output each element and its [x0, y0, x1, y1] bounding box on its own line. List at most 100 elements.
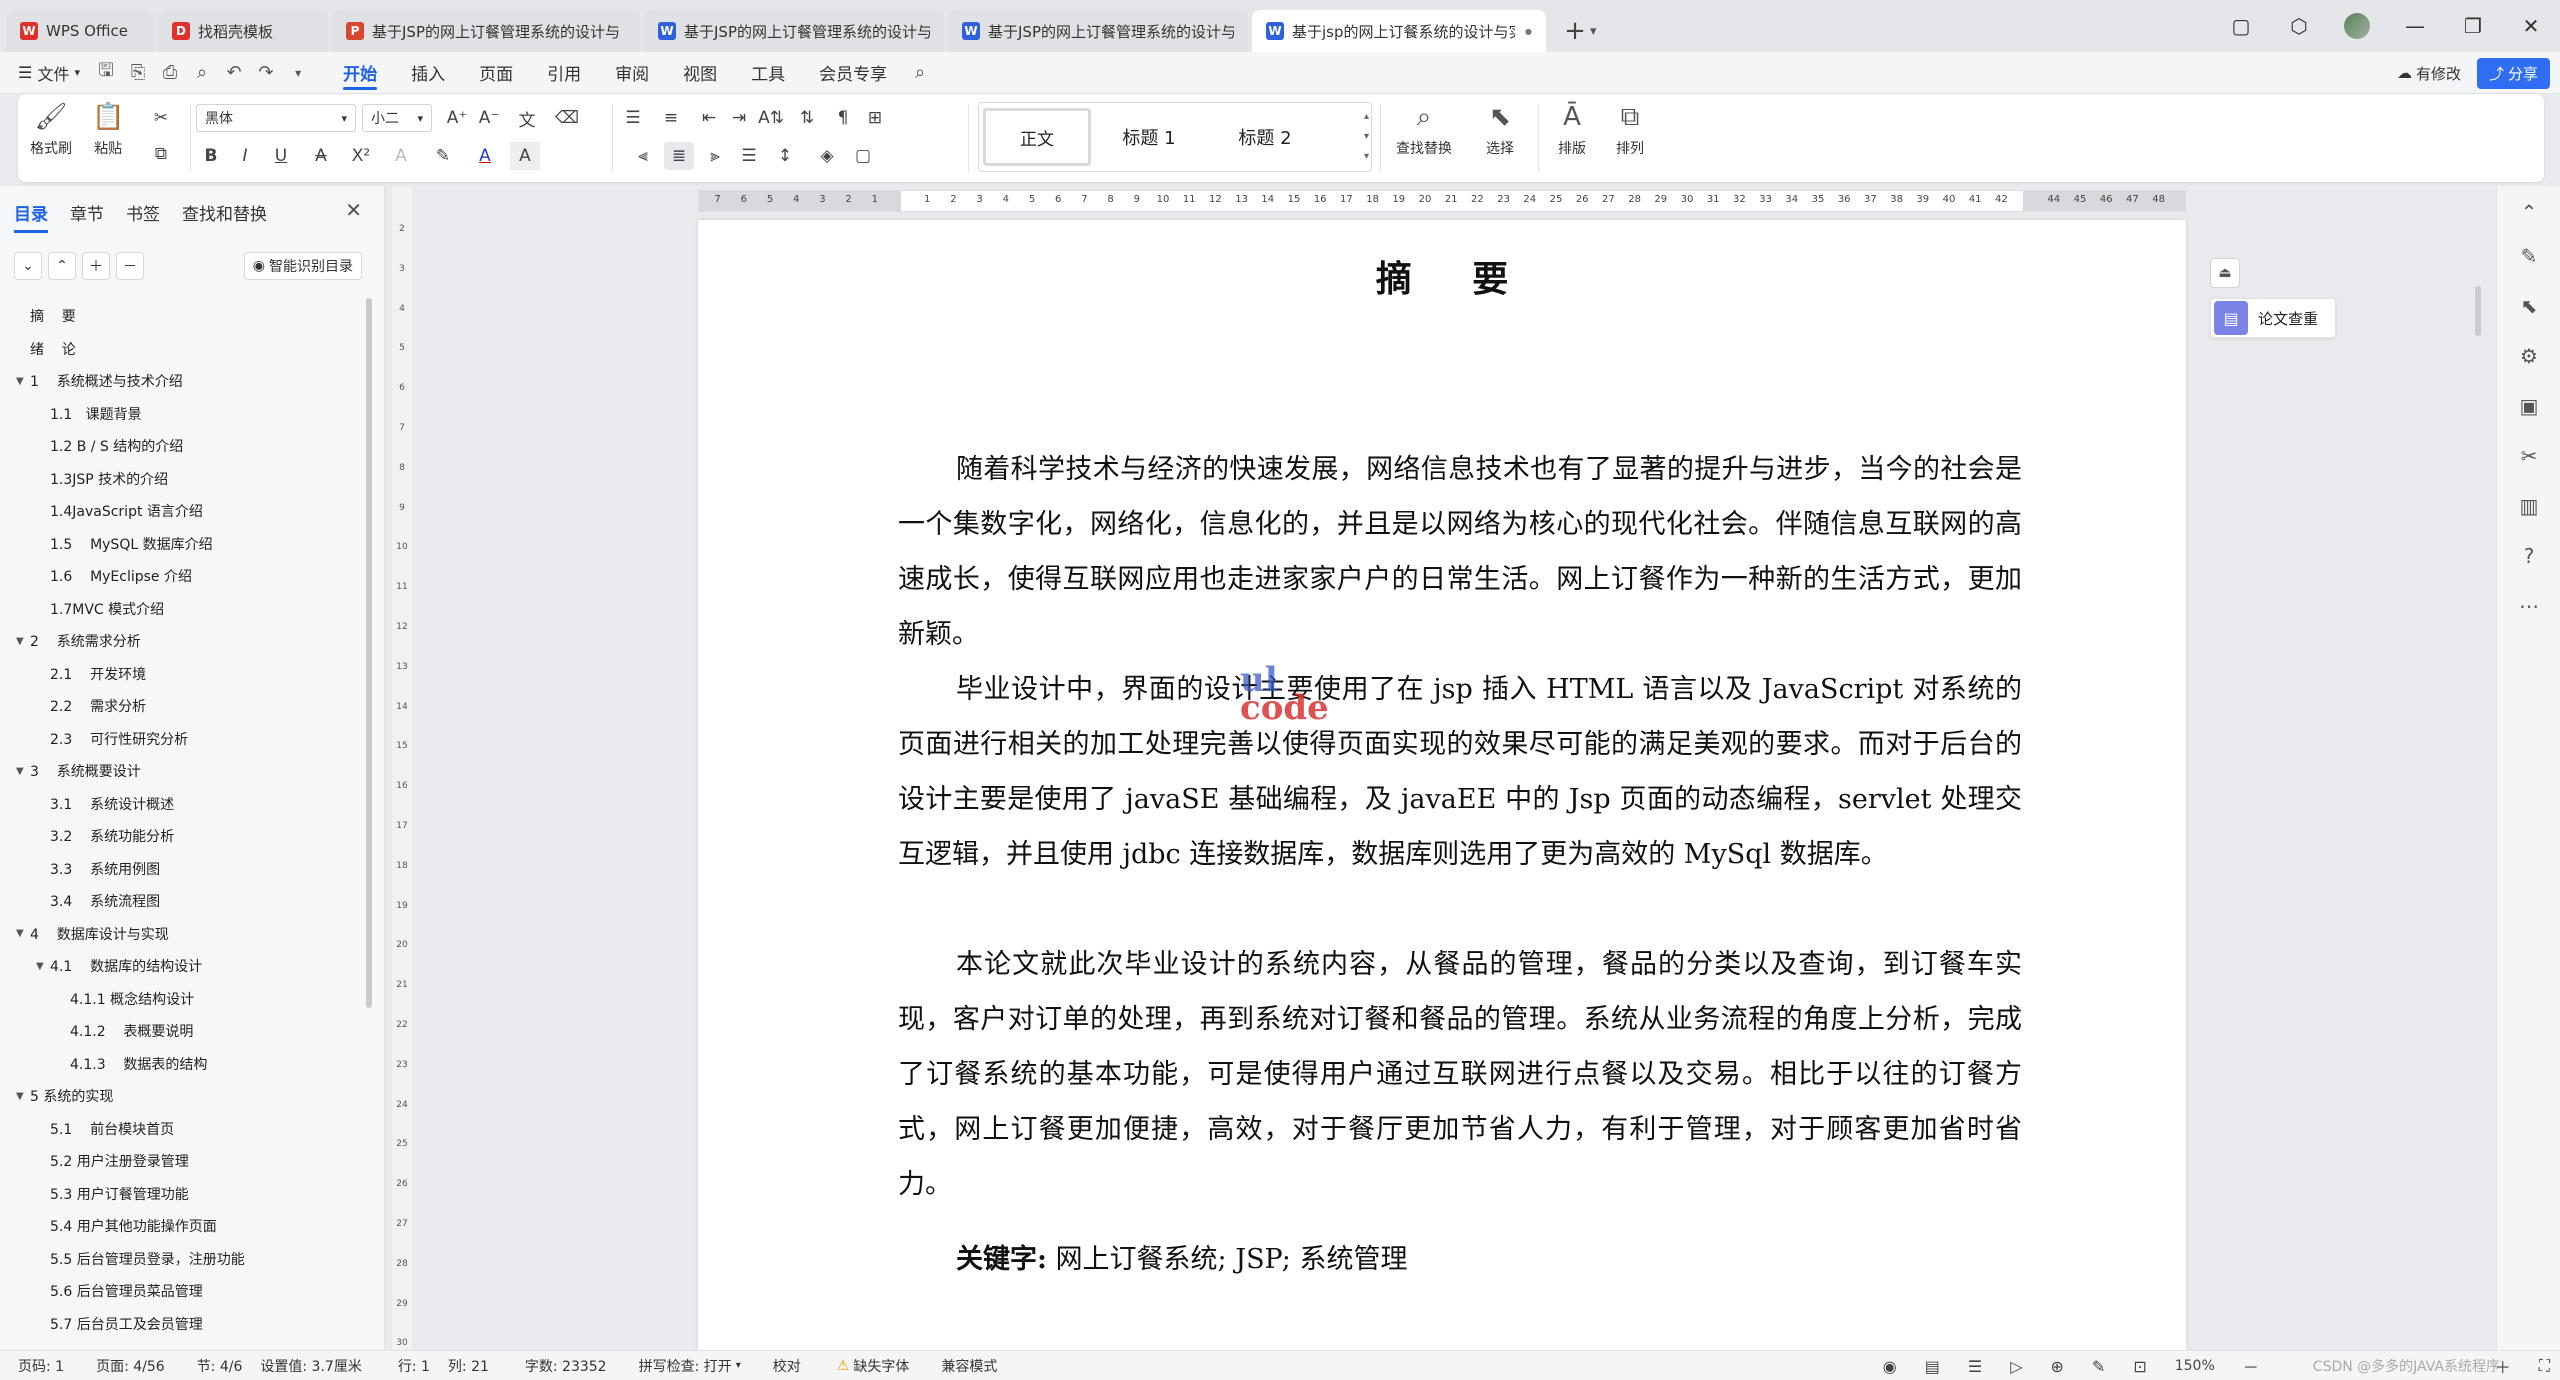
nav-scrollbar[interactable]: [366, 298, 372, 1008]
bold-icon[interactable]: B: [196, 142, 226, 170]
caret-down-icon[interactable]: ▼: [16, 636, 30, 647]
toc-item[interactable]: 2.1 开发环境: [0, 658, 370, 691]
toc-item[interactable]: ▼ 4 数据库设计与实现: [0, 918, 370, 951]
nav-tab-3[interactable]: 查找和替换: [182, 200, 267, 233]
toc-item[interactable]: 2.3 可行性研究分析: [0, 723, 370, 756]
select-button[interactable]: ⬉ 选择: [1470, 100, 1530, 158]
toc-item[interactable]: 5.6 后台管理员菜品管理: [0, 1275, 370, 1308]
menu-item-5[interactable]: 视图: [666, 52, 734, 94]
toc-item[interactable]: 1.1 课题背景: [0, 398, 370, 431]
toc-item[interactable]: 1.6 MyEclipse 介绍: [0, 560, 370, 593]
fit-icon[interactable]: ⊡: [2133, 1357, 2146, 1376]
text-effect-icon[interactable]: A: [386, 142, 416, 170]
nav-tab-0[interactable]: 目录: [14, 200, 48, 233]
chevron-down-icon[interactable]: ▾: [1590, 10, 1597, 52]
line-spacing-icon[interactable]: ↕: [770, 142, 800, 170]
toc-item[interactable]: ▼ 5 系统的实现: [0, 1080, 370, 1113]
layout-button[interactable]: Ā 排版: [1542, 100, 1602, 158]
print-icon[interactable]: ⎙: [157, 60, 183, 86]
scroll-thumb[interactable]: [2475, 286, 2481, 336]
toc-item[interactable]: 5.4 用户其他功能操作页面: [0, 1210, 370, 1243]
help-icon[interactable]: ?: [2513, 540, 2545, 572]
style-normal[interactable]: 正文: [983, 108, 1091, 166]
toc-item[interactable]: ▼ 1 系统概述与技术介绍: [0, 365, 370, 398]
collapse-up-icon[interactable]: ⌃: [48, 252, 76, 280]
web-view-icon[interactable]: ⊕: [2051, 1357, 2064, 1376]
tab-3[interactable]: W 基于JSP的网上订餐管理系统的设计与: [644, 10, 944, 52]
chevron-up-icon[interactable]: ⌃: [2513, 196, 2545, 228]
pen-icon[interactable]: ✎: [2513, 240, 2545, 272]
underline-icon[interactable]: U: [266, 142, 296, 170]
status-page[interactable]: 页面: 4/56: [96, 1356, 165, 1376]
numbered-list-icon[interactable]: ≡: [656, 104, 686, 132]
chinese-layout-icon[interactable]: A⇅: [756, 104, 786, 132]
restore-button[interactable]: ❐: [2444, 0, 2502, 52]
toc-item[interactable]: 4.1.1 概念结构设计: [0, 983, 370, 1016]
play-icon[interactable]: ▷: [2010, 1357, 2022, 1376]
layout-icon[interactable]: ▢: [2212, 0, 2270, 52]
caret-down-icon[interactable]: ▼: [16, 766, 30, 777]
menu-item-1[interactable]: 插入: [394, 52, 462, 94]
tab-1[interactable]: D 找稻壳模板: [158, 10, 328, 52]
tab-2[interactable]: P 基于JSP的网上订餐管理系统的设计与: [332, 10, 640, 52]
status-proofread[interactable]: 校对: [773, 1356, 801, 1376]
find-replace-button[interactable]: ⌕ 查找替换: [1374, 100, 1474, 158]
toc-item[interactable]: ▼ 3 系统概要设计: [0, 755, 370, 788]
nav-tab-2[interactable]: 书签: [126, 200, 160, 233]
char-shading-icon[interactable]: A: [510, 142, 540, 170]
remove-icon[interactable]: －: [116, 252, 144, 280]
toc-item[interactable]: 3.2 系统功能分析: [0, 820, 370, 853]
phonetic-icon[interactable]: 文: [512, 104, 542, 132]
font-name-select[interactable]: 黑体 ▾: [196, 104, 356, 132]
menu-item-4[interactable]: 审阅: [598, 52, 666, 94]
tab-4[interactable]: W 基于JSP的网上订餐管理系统的设计与: [948, 10, 1248, 52]
strikethrough-icon[interactable]: A: [306, 142, 336, 170]
toc-item[interactable]: 5.7 后台员工及会员管理: [0, 1308, 370, 1341]
cube-icon[interactable]: ⬡: [2270, 0, 2328, 52]
style-heading-2[interactable]: 标题 2: [1207, 108, 1323, 166]
toc-item[interactable]: 2.2 需求分析: [0, 690, 370, 723]
save-icon[interactable]: 🖫: [93, 60, 119, 86]
toc-item[interactable]: 1.7MVC 模式介绍: [0, 593, 370, 626]
caret-down-icon[interactable]: ▼: [36, 961, 50, 972]
table-icon[interactable]: ⊞: [860, 104, 890, 132]
copy-icon[interactable]: ⧉: [146, 140, 176, 168]
document-scrollbar[interactable]: [2470, 186, 2486, 1350]
toc-item[interactable]: 1.4JavaScript 语言介绍: [0, 495, 370, 528]
modified-button[interactable]: ☁ 有修改: [2397, 63, 2461, 84]
highlight-icon[interactable]: ✎: [428, 142, 458, 170]
minimize-button[interactable]: —: [2386, 0, 2444, 52]
add-icon[interactable]: ＋: [82, 252, 110, 280]
format-painter-button[interactable]: 🖌 格式刷: [30, 100, 72, 158]
toc-item[interactable]: ▼ 2 系统需求分析: [0, 625, 370, 658]
shrink-font-icon[interactable]: A⁻: [474, 104, 504, 132]
tab-0[interactable]: W WPS Office: [6, 10, 154, 52]
italic-icon[interactable]: I: [230, 142, 260, 170]
image-icon[interactable]: ▣: [2513, 390, 2545, 422]
caret-down-icon[interactable]: ▼: [16, 1091, 30, 1102]
cursor-icon[interactable]: ⬉: [2513, 290, 2545, 322]
smart-toc-button[interactable]: ◉ 智能识别目录: [243, 252, 362, 280]
toc-item[interactable]: 摘 要: [0, 300, 370, 333]
toc-item[interactable]: 3.4 系统流程图: [0, 885, 370, 918]
cut-icon[interactable]: ✂: [146, 104, 176, 132]
status-missing-font[interactable]: ⚠ 缺失字体: [837, 1356, 910, 1376]
menu-item-0[interactable]: 开始: [326, 52, 394, 94]
document-page[interactable]: 摘 要 随着科学技术与经济的快速发展，网络信息技术也有了显著的提升与进步，当今的…: [698, 220, 2186, 1350]
outline-view-icon[interactable]: ☰: [1968, 1357, 1982, 1376]
zoom-level[interactable]: 150%: [2175, 1358, 2215, 1374]
collapse-down-icon[interactable]: ⌄: [14, 252, 42, 280]
clear-format-icon[interactable]: ⌫: [552, 104, 582, 132]
close-icon[interactable]: ✕: [345, 198, 362, 222]
sort-icon[interactable]: ⇅: [792, 104, 822, 132]
toc-item[interactable]: 5.3 用户订餐管理功能: [0, 1178, 370, 1211]
tools-icon[interactable]: ✂: [2513, 440, 2545, 472]
font-color-icon[interactable]: A: [470, 142, 500, 170]
undo-icon[interactable]: ↶: [221, 60, 247, 86]
style-heading-1[interactable]: 标题 1: [1091, 108, 1207, 166]
share-button[interactable]: ⤴ 分享: [2476, 57, 2550, 89]
export-icon[interactable]: ⎘: [125, 60, 151, 86]
print-preview-icon[interactable]: ⌕: [189, 60, 215, 86]
user-avatar-button[interactable]: [2328, 0, 2386, 52]
bullet-list-icon[interactable]: ☰: [618, 104, 648, 132]
